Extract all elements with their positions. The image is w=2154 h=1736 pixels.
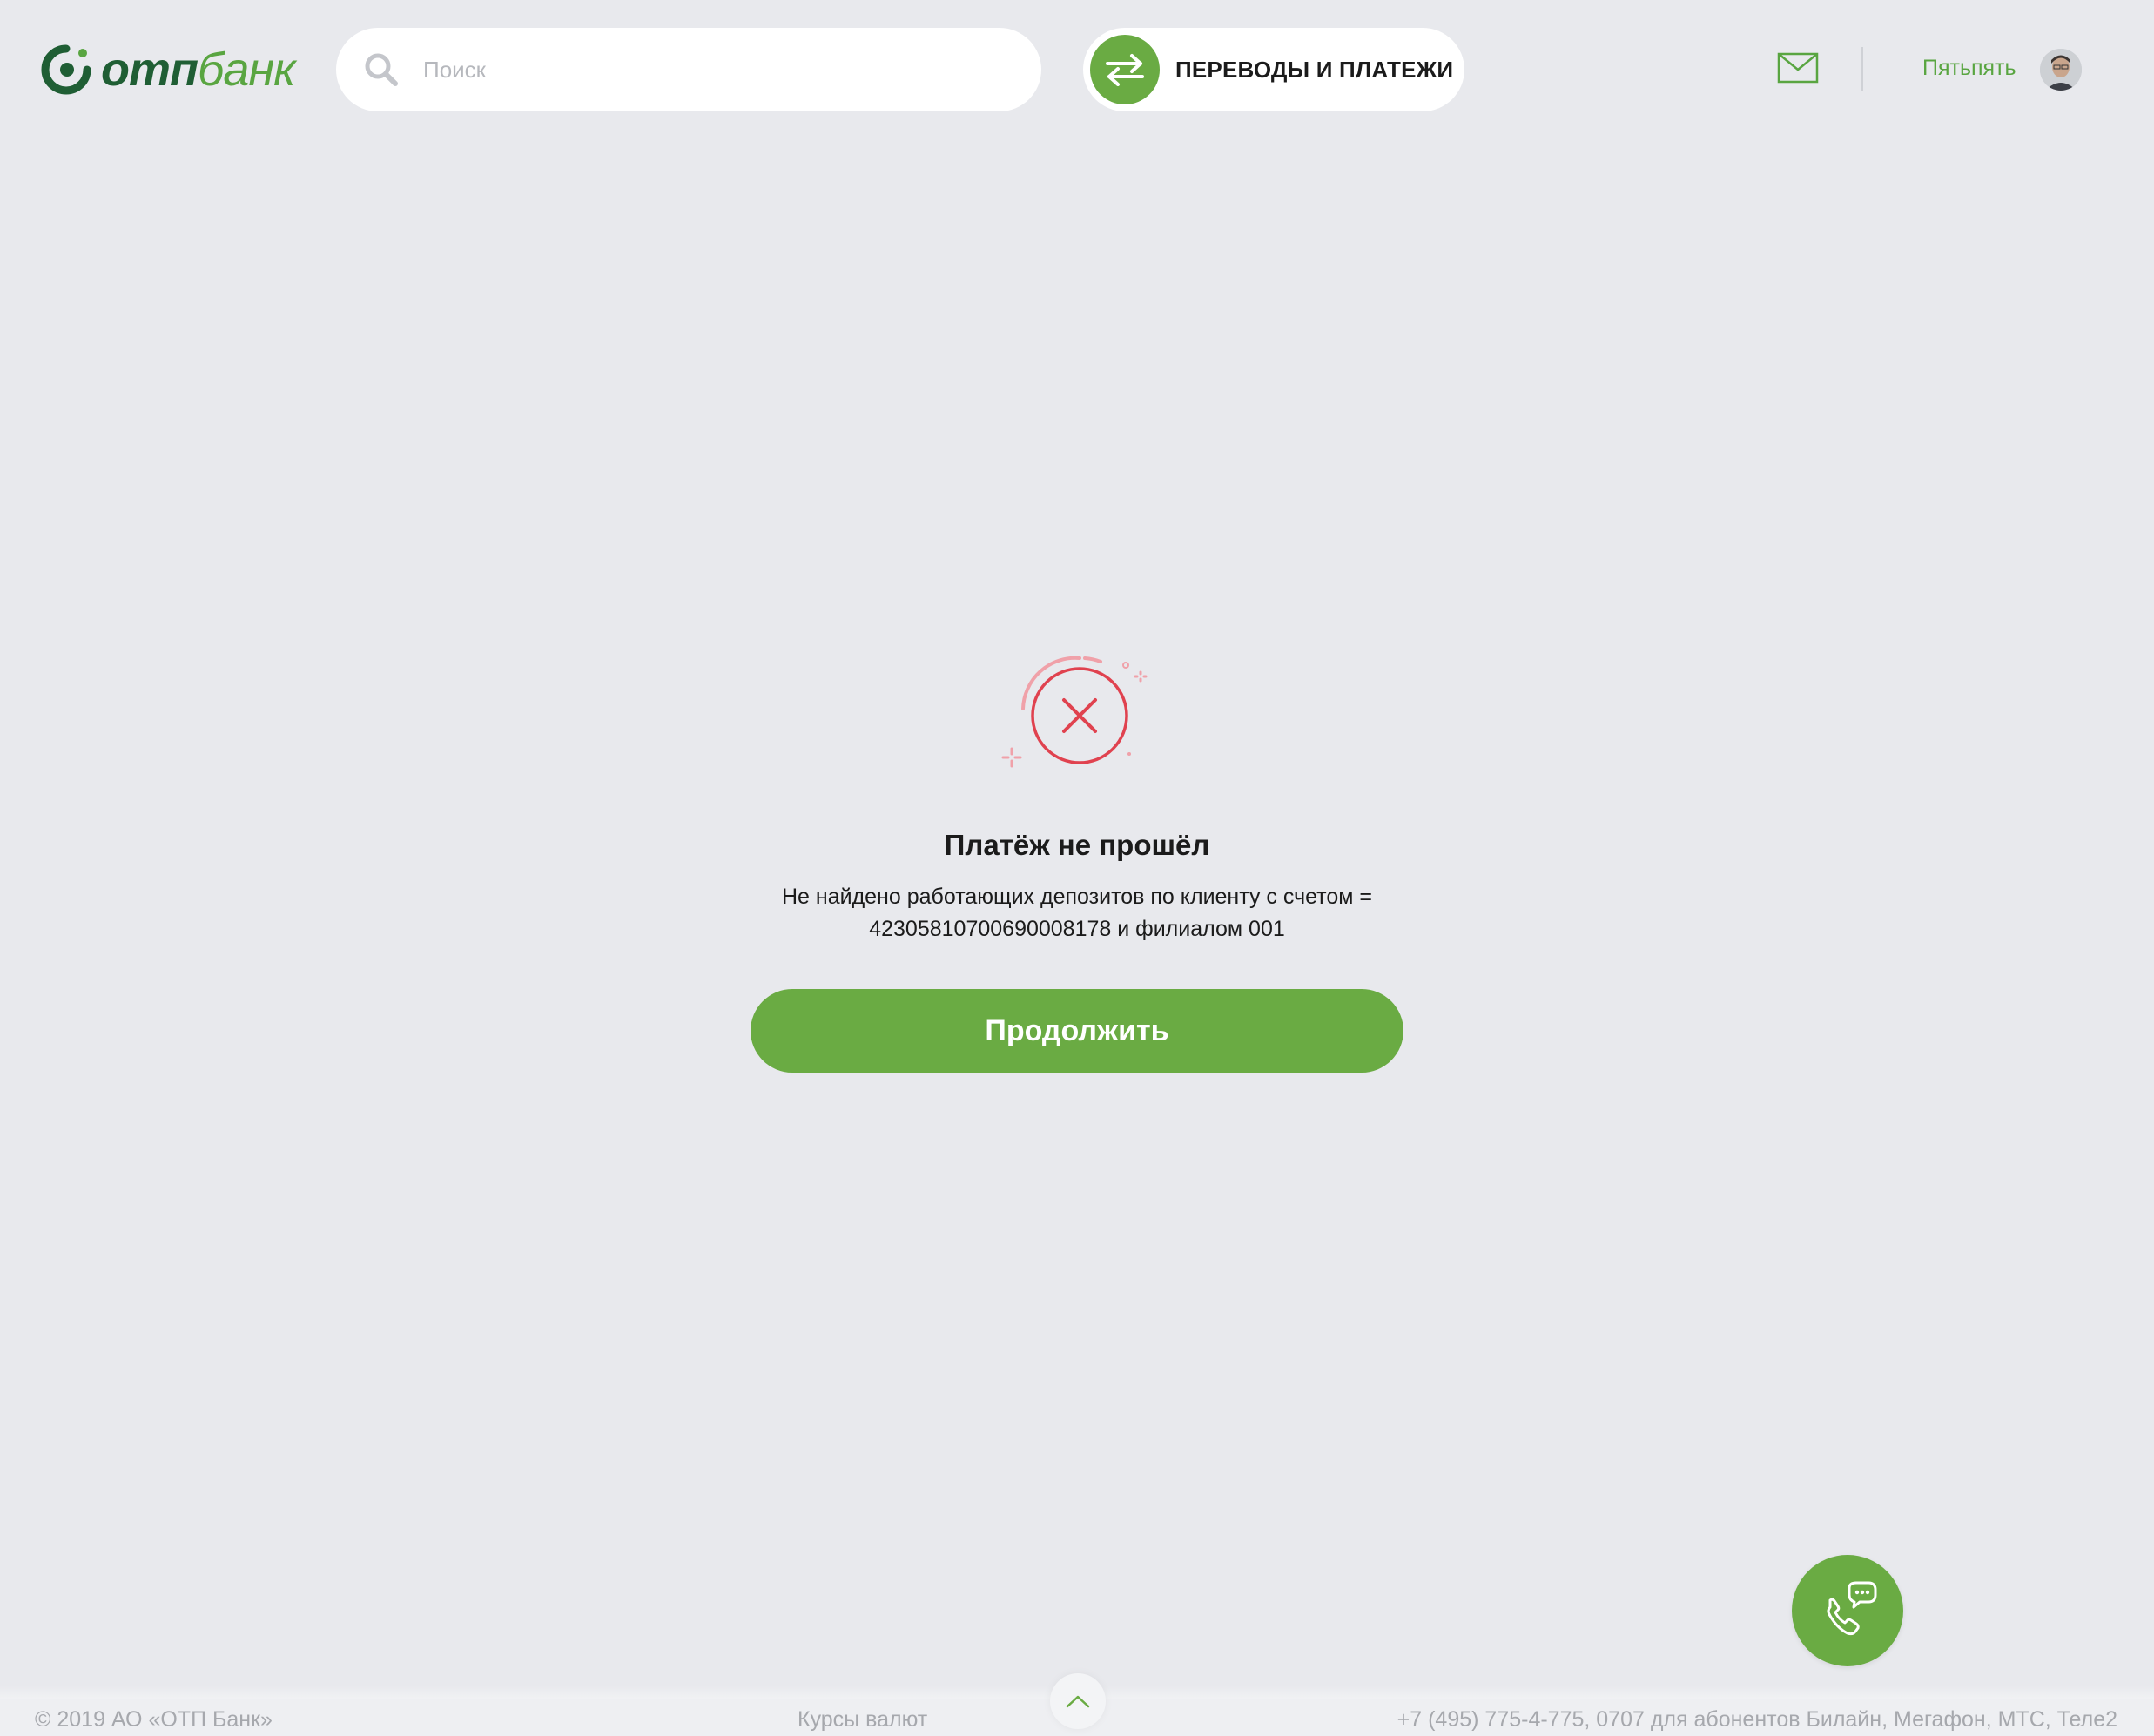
- search-box[interactable]: [336, 28, 1041, 111]
- footer-exchange-rates-link[interactable]: Курсы валют: [798, 1707, 927, 1733]
- user-avatar-icon: [2040, 49, 2082, 91]
- scroll-to-top-button[interactable]: [1050, 1673, 1106, 1729]
- search-icon: [365, 53, 398, 86]
- otp-bank-logo[interactable]: отпбанк: [40, 42, 296, 98]
- search-input[interactable]: [423, 56, 1015, 84]
- error-message: Не найдено работающих депозитов по клиен…: [729, 881, 1425, 945]
- error-icon-wrap: [1001, 651, 1158, 775]
- error-message-line-2: 42305810700690008178 и филиалом 001: [869, 917, 1285, 941]
- envelope-icon: [1777, 52, 1819, 84]
- transfers-icon-circle: [1090, 35, 1160, 104]
- messages-button[interactable]: [1776, 50, 1820, 85]
- user-name-link[interactable]: Пятьпять: [1922, 52, 2016, 84]
- logo-mark-icon: [41, 44, 91, 95]
- error-title: Платёж не прошёл: [944, 829, 1210, 861]
- page: отпбанк ПЕРЕВОДЫ И ПЛАТЕЖИ Пятьпять: [0, 0, 2154, 1736]
- transfers-payments-button[interactable]: ПЕРЕВОДЫ И ПЛАТЕЖИ: [1083, 28, 1464, 111]
- continue-button[interactable]: Продолжить: [751, 989, 1403, 1073]
- arrows-exchange-icon: [1106, 54, 1144, 86]
- call-chat-button[interactable]: [1792, 1555, 1903, 1666]
- header-divider: [1861, 47, 1863, 91]
- error-x-icon: [1001, 656, 1148, 768]
- logo-text-otp: отп: [101, 44, 199, 96]
- error-message-line-1: Не найдено работающих депозитов по клиен…: [781, 885, 1372, 909]
- transfers-label: ПЕРЕВОДЫ И ПЛАТЕЖИ: [1175, 56, 1454, 83]
- phone-chat-icon: [1827, 1581, 1877, 1636]
- avatar[interactable]: [2040, 49, 2082, 91]
- chevron-up-icon: [1066, 1695, 1090, 1708]
- footer-phones: +7 (495) 775-4-775, 0707 для абонентов Б…: [1397, 1707, 2117, 1732]
- footer-copyright: © 2019 АО «ОТП Банк»: [35, 1707, 273, 1732]
- logo-text-bank: банк: [198, 44, 296, 96]
